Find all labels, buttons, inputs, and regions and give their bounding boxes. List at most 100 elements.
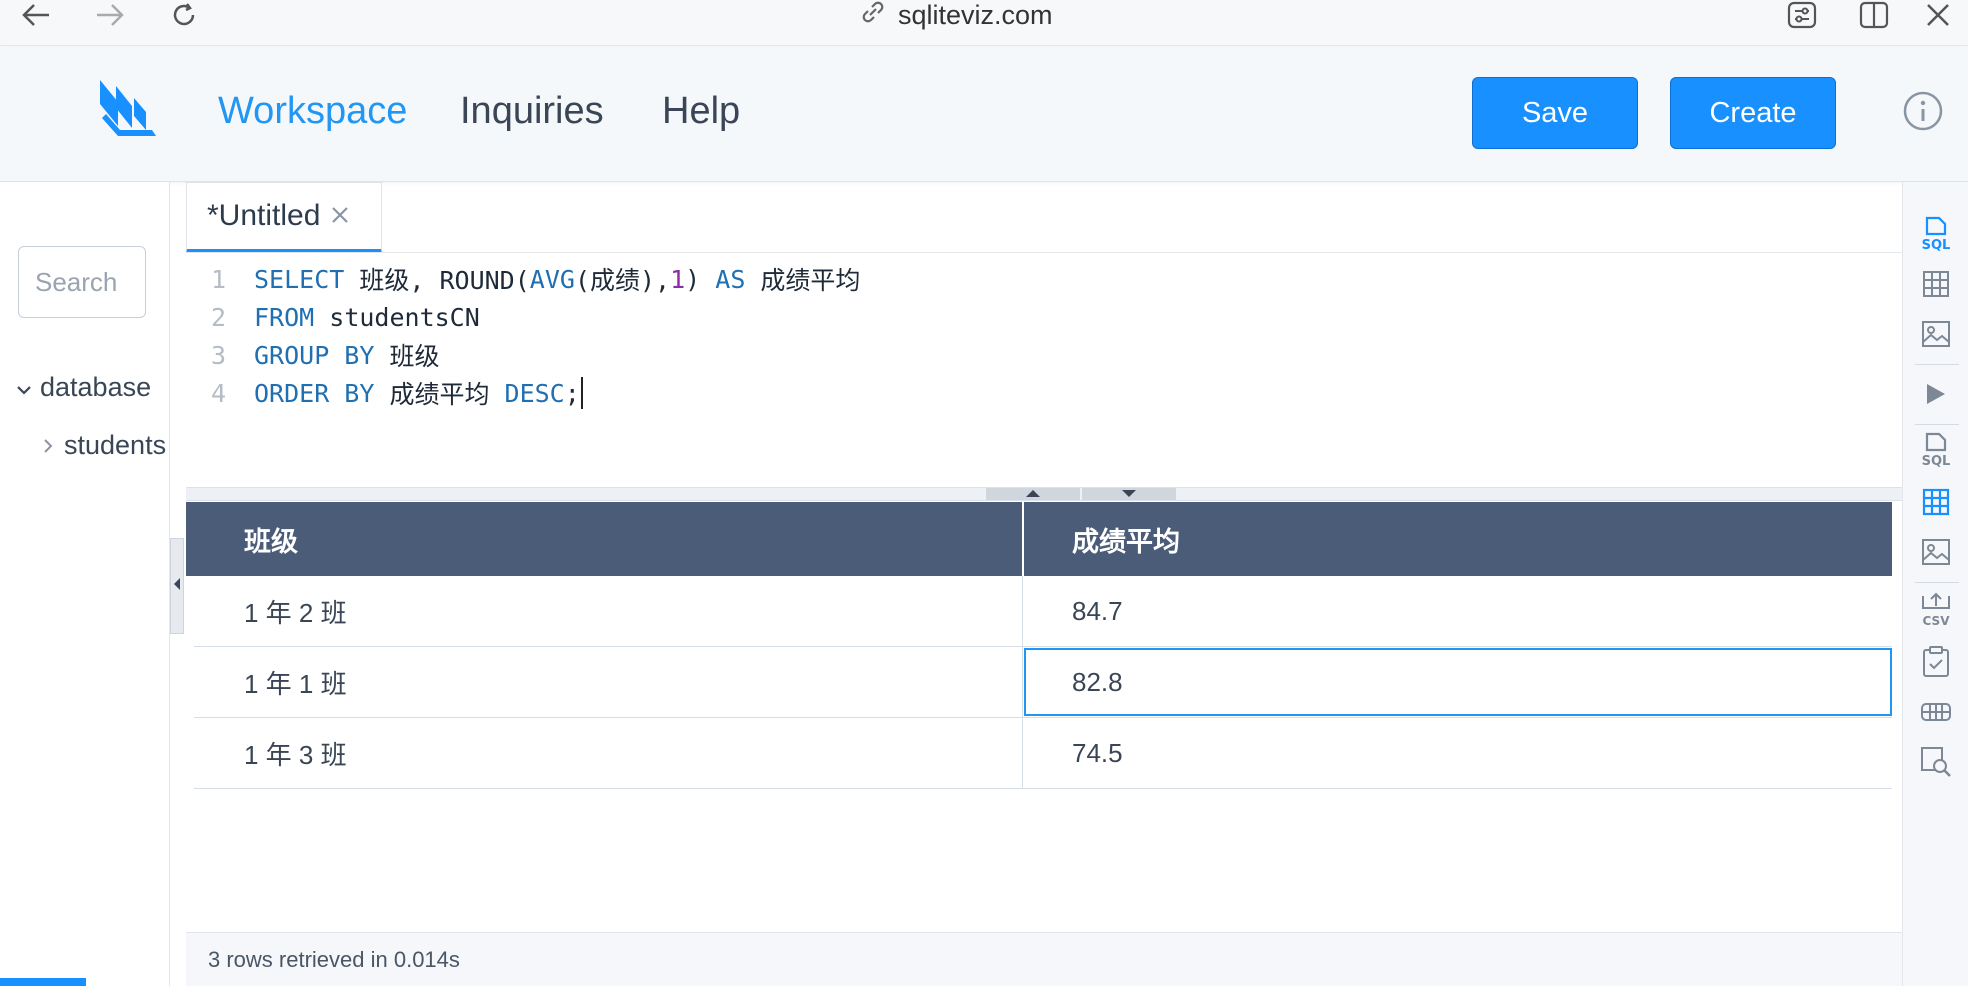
code-text: studentsCN [314,302,480,332]
code-text: 班级, ROUND( [344,266,530,295]
table-cell[interactable]: 74.5 [1072,718,1123,788]
text-caret [580,377,583,409]
image-icon[interactable] [1916,314,1956,354]
address-bar[interactable]: sqliteviz.com [860,0,1053,30]
run-icon[interactable] [1916,374,1956,414]
keyword: GROUP BY [254,340,375,370]
column-header[interactable]: 成绩平均 [1072,502,1180,576]
right-toolbar: SQL SQL CSV [1902,182,1968,986]
table-cell-selected[interactable]: 82.8 [1072,647,1123,717]
result-grid: 班级 成绩平均 1 年 2 班 84.7 1 年 1 班 82.8 1 年 3 … [186,502,1902,932]
keyword: FROM [254,302,315,332]
code-line-4: 4 ORDER BY 成绩平均 DESC; [186,375,583,411]
image-icon[interactable] [1916,532,1956,572]
code-text: ) [685,264,716,294]
sidebar-collapse-handle[interactable] [170,538,184,634]
site-settings-icon[interactable] [1782,0,1822,30]
table-icon[interactable] [1916,482,1956,522]
svg-text:CSV: CSV [1923,614,1951,628]
nav-inquiries[interactable]: Inquiries [460,90,604,133]
selected-cell-outline [1024,648,1892,716]
expand-up-button[interactable] [986,488,1080,500]
code-text: 成绩平均 [374,380,505,409]
tab-title: *Untitled [207,199,321,232]
status-text: 3 rows retrieved in 0.014s [208,946,460,972]
column-header[interactable]: 班级 [244,502,298,576]
code-text: (成绩), [574,266,671,295]
table-row: 1 年 1 班 82.8 [194,647,1892,718]
pivot-icon[interactable] [1916,692,1956,732]
keyword: AVG [529,264,575,294]
sidebar-toggle-icon[interactable] [1854,0,1894,30]
code-text: 班级 [374,342,440,371]
status-bar: 3 rows retrieved in 0.014s [186,932,1902,986]
chevron-down-icon [16,372,32,403]
sqliteviz-logo-icon[interactable] [96,76,162,142]
app-header: Workspace Inquiries Help Save Create [0,46,1968,182]
keyword: SELECT [254,264,345,294]
tab-close-icon[interactable] [330,199,350,233]
toolbar-separator [1915,364,1959,365]
info-icon[interactable] [1902,90,1944,132]
table-cell[interactable]: 1 年 2 班 [244,576,347,646]
keyword: ORDER BY [254,378,375,408]
pane-splitter[interactable] [186,487,1902,501]
toolbar-separator [1915,582,1959,583]
database-label: database [40,372,152,402]
svg-text:SQL: SQL [1922,238,1951,252]
keyword: AS [715,264,746,294]
search-data-icon[interactable] [1916,742,1956,782]
code-line-3: 3 GROUP BY 班级 [186,337,440,373]
table-cell[interactable]: 1 年 1 班 [244,647,347,717]
table-icon[interactable] [1916,264,1956,304]
clipboard-icon[interactable] [1916,642,1956,682]
create-button[interactable]: Create [1670,77,1836,149]
sql-icon[interactable]: SQL [1916,430,1956,470]
column-divider [1022,502,1024,576]
database-node[interactable]: database [16,372,151,403]
table-node[interactable]: students [42,430,166,461]
keyword: DESC [504,378,565,408]
cell-divider [1022,718,1023,789]
code-text: ; [564,378,580,408]
sql-icon[interactable]: SQL [1916,214,1956,254]
save-button[interactable]: Save [1472,77,1638,149]
table-cell[interactable]: 1 年 3 班 [244,718,347,788]
toolbar-separator [1915,424,1959,425]
link-icon [860,0,886,32]
grid-header: 班级 成绩平均 [186,502,1892,576]
code-text: 成绩平均 [745,266,861,295]
code-line-1: 1 SELECT 班级, ROUND(AVG (成绩), 1) AS 成绩平均 [186,261,861,297]
table-row: 1 年 3 班 74.5 [194,718,1892,789]
table-label: students [64,430,167,460]
table-cell[interactable]: 84.7 [1072,576,1123,646]
caret-down-icon [1121,485,1137,503]
line-number: 2 [210,302,226,332]
back-icon[interactable] [16,0,56,30]
reload-icon[interactable] [164,0,204,30]
nav-workspace[interactable]: Workspace [218,90,407,133]
table-row: 1 年 2 班 84.7 [194,576,1892,647]
caret-left-icon [173,577,181,596]
tab-untitled[interactable]: *Untitled [186,182,382,254]
cell-divider [1022,647,1023,718]
chevron-right-icon [42,430,54,461]
close-icon[interactable] [1918,0,1958,30]
nav-help[interactable]: Help [662,90,740,133]
csv-export-icon[interactable]: CSV [1916,590,1956,630]
expand-down-button[interactable] [1082,488,1176,500]
cell-divider [1022,576,1023,647]
number-literal: 1 [670,264,686,294]
search-input[interactable]: Search [18,246,146,318]
caret-up-icon [1025,485,1041,503]
line-number: 1 [210,264,226,294]
line-number: 4 [210,378,226,408]
progress-strip [0,978,86,986]
sql-editor[interactable]: 1 SELECT 班级, ROUND(AVG (成绩), 1) AS 成绩平均 2 … [186,253,1902,487]
svg-text:SQL: SQL [1922,454,1951,468]
forward-icon[interactable] [90,0,130,30]
code-line-2: 2 FROM studentsCN [186,299,480,335]
line-number: 3 [210,340,226,370]
schema-sidebar: Search database students [0,182,170,986]
browser-bar: sqliteviz.com [0,0,1968,46]
